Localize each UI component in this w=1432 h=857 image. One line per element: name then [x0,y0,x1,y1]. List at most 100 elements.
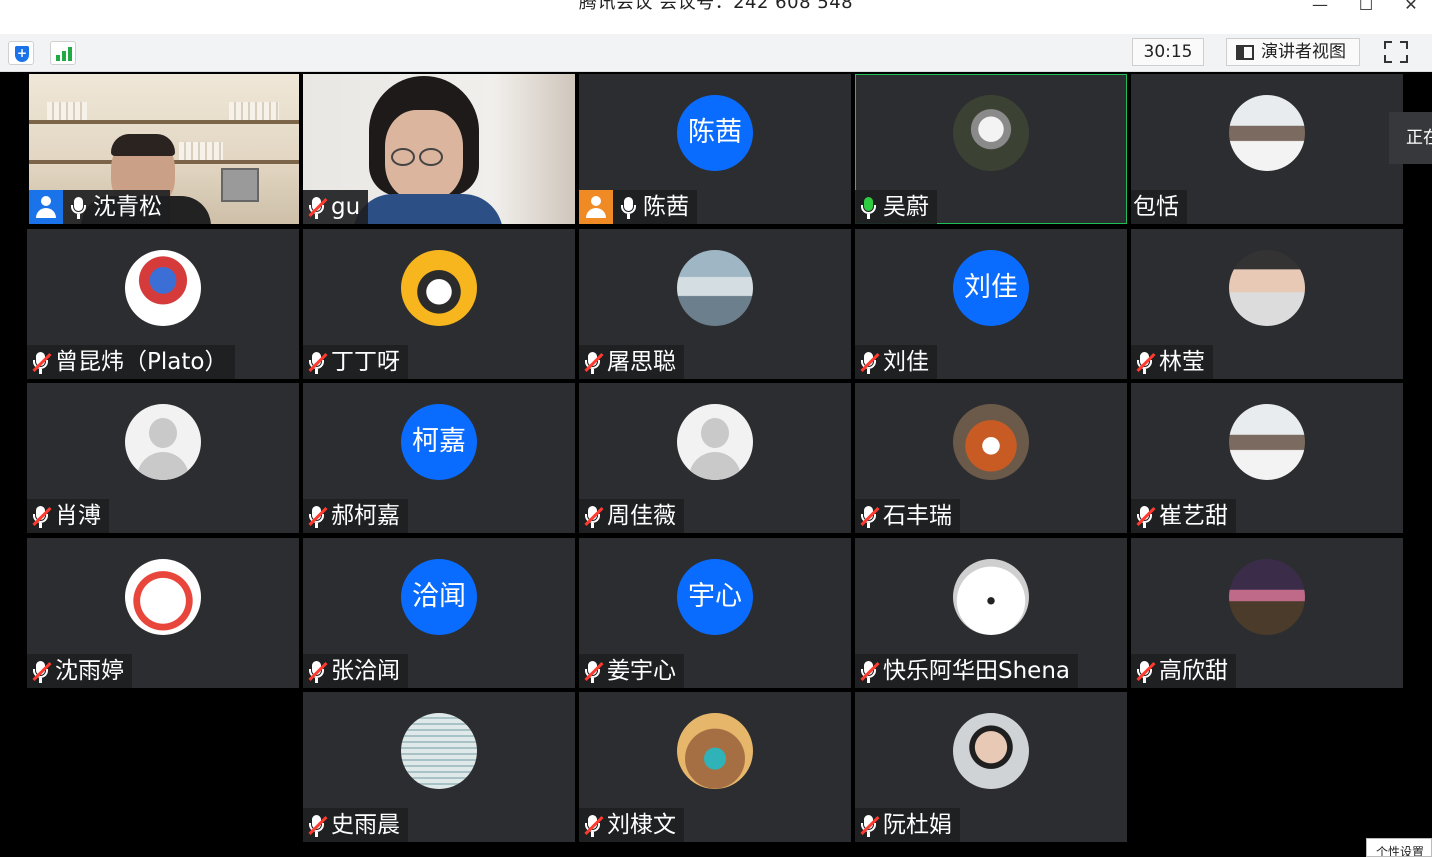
participant-nametag: 曾昆炜（Plato） [27,345,236,379]
microphone-muted-icon [305,808,329,842]
participant-tile[interactable]: 洽闻张洽闻 [303,538,575,688]
participant-nametag: 石丰瑞 [855,499,960,533]
participant-tile[interactable]: 沈雨婷 [27,538,299,688]
microphone-muted-icon [1133,345,1157,379]
network-button[interactable] [50,41,76,65]
microphone-muted-icon [857,499,881,533]
participant-name: 姜宇心 [607,658,676,684]
presenter-view-button[interactable]: 演讲者视图 [1226,38,1360,66]
samoyed-photo-icon [953,559,1029,635]
participant-name: 快乐阿华田Shena [883,658,1070,684]
participant-tile[interactable]: 周佳薇 [579,383,851,533]
avatar: 宇心 [677,559,753,635]
user-icon [29,190,63,224]
microphone-muted-icon [305,190,329,224]
participant-tile[interactable]: 林莹 [1131,229,1403,379]
person-photo-icon [1229,95,1305,171]
participant-tile[interactable]: 刘佳 刘佳 [855,229,1127,379]
avatar: 陈茜 [677,95,753,171]
microphone-muted-icon [1133,499,1157,533]
security-button[interactable]: + [8,41,34,65]
participant-nametag: 张洽闻 [303,654,408,688]
default-avatar-icon [677,404,753,480]
participant-tile[interactable]: 沈青松 [29,74,299,224]
participant-nametag: 陈茜 [579,190,697,224]
participant-nametag: 林莹 [1131,345,1213,379]
participant-tile[interactable]: 肖溥 [27,383,299,533]
microphone-muted-icon [581,808,605,842]
participant-name: 阮杜娟 [883,812,952,838]
microphone-muted-icon [29,654,53,688]
avatar: 柯嘉 [401,404,477,480]
avatar: 洽闻 [401,559,477,635]
cartoon-snowman-icon [125,559,201,635]
participant-nametag: 姜宇心 [579,654,684,688]
participant-tile[interactable]: 屠思聪 [579,229,851,379]
participant-nametag: 周佳薇 [579,499,684,533]
participant-name: 史雨晨 [331,812,400,838]
fullscreen-icon[interactable] [1382,39,1410,65]
participant-nametag: 沈青松 [29,190,170,224]
close-button[interactable]: ✕ [1391,0,1431,22]
presenter-view-label: 演讲者视图 [1261,42,1346,62]
microphone-muted-icon [1133,654,1157,688]
presenter-view-icon [1236,45,1254,60]
maximize-button[interactable]: ☐ [1346,0,1386,22]
participant-tile[interactable]: 陈茜 陈茜 [579,74,851,224]
participant-nametag: 屠思聪 [579,345,684,379]
microphone-muted-icon [29,345,53,379]
participant-nametag: 肖溥 [27,499,109,533]
participant-name: 郝柯嘉 [331,503,400,529]
microphone-muted-icon [581,499,605,533]
participant-name: 林莹 [1159,349,1205,375]
participant-name: 吴蔚 [883,194,929,220]
window-titlebar: 腾讯会议 会议号：242 608 548 — ☐ ✕ [0,0,1432,34]
participant-nametag: 丁丁呀 [303,345,408,379]
personal-settings-popup[interactable]: 个性设置 [1366,838,1432,857]
participant-name: 肖溥 [55,503,101,529]
participant-name: 沈青松 [93,194,162,220]
participant-name: 高欣甜 [1159,658,1228,684]
woman-glasses-photo-icon [953,713,1029,789]
participant-tile[interactable]: 史雨晨 [303,692,575,842]
microphone-muted-icon [581,345,605,379]
cloud-photo-icon [677,250,753,326]
masked-person-photo-icon [1229,250,1305,326]
participant-nametag: 史雨晨 [303,808,408,842]
side-status-tab[interactable]: 正在 [1389,112,1432,164]
striped-seal-image-icon [401,713,477,789]
participant-tile[interactable]: 丁丁呀 [303,229,575,379]
person-photo-icon [1229,404,1305,480]
participant-tile[interactable]: 刘棣文 [579,692,851,842]
participant-tile[interactable]: 包恬 [1131,74,1403,224]
participant-tile[interactable]: 石丰瑞 [855,383,1127,533]
microphone-icon [67,190,91,224]
participant-name: 石丰瑞 [883,503,952,529]
participant-tile[interactable]: 崔艺甜 [1131,383,1403,533]
participant-nametag: 阮杜娟 [855,808,960,842]
avatar: 刘佳 [953,250,1029,326]
participant-name: gu [331,194,361,220]
participant-tile[interactable]: 快乐阿华田Shena [855,538,1127,688]
participant-tile[interactable]: 宇心 姜宇心 [579,538,851,688]
participant-nametag: 沈雨婷 [27,654,132,688]
participant-nametag: 高欣甜 [1131,654,1236,688]
participant-tile[interactable]: 柯嘉 郝柯嘉 [303,383,575,533]
meeting-toolbar: + 30:15 演讲者视图 [0,34,1432,72]
participant-nametag: 郝柯嘉 [303,499,408,533]
participant-tile[interactable]: gu [303,74,575,224]
minimize-button[interactable]: — [1300,0,1340,22]
participant-name: 曾昆炜（Plato） [55,349,228,375]
shield-icon: + [15,46,29,62]
participant-name: 丁丁呀 [331,349,400,375]
participant-tile[interactable]: 阮杜娟 [855,692,1127,842]
participant-tile[interactable]: 曾昆炜（Plato） [27,229,299,379]
participant-tile[interactable]: 高欣甜 [1131,538,1403,688]
participant-tile[interactable]: 吴蔚 [855,74,1127,224]
participant-nametag: 刘棣文 [579,808,684,842]
microphone-muted-icon [581,654,605,688]
meeting-timer: 30:15 [1132,38,1204,66]
participant-nametag: 快乐阿华田Shena [855,654,1078,688]
microphone-muted-icon [29,499,53,533]
cat-photo-icon [953,95,1029,171]
